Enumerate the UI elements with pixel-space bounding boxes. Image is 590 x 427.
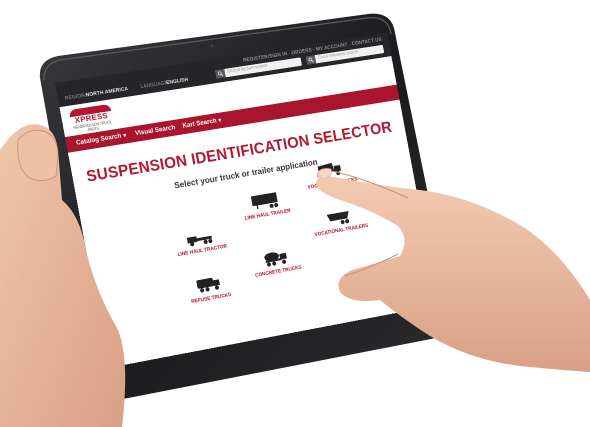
- left-hand: [0, 124, 126, 427]
- right-hand: [316, 176, 590, 372]
- hands-layer: [0, 124, 590, 427]
